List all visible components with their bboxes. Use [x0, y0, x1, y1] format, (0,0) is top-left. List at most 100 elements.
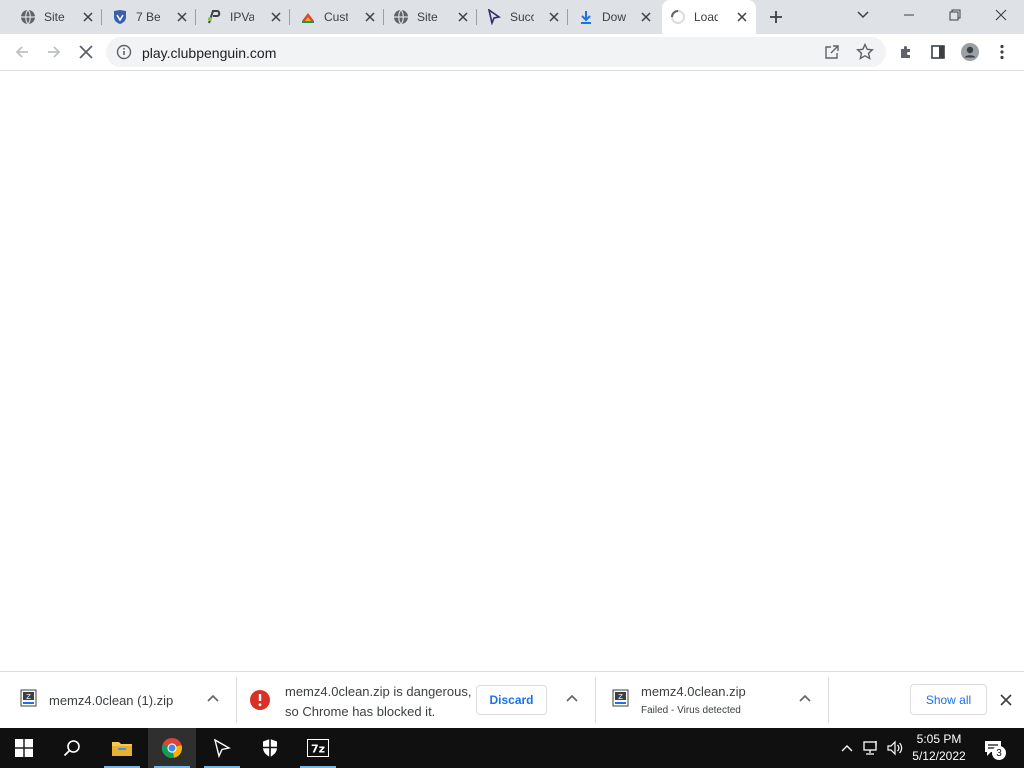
chevron-up-icon[interactable]: [205, 691, 221, 707]
arrow-cursor-icon: [486, 9, 502, 25]
7zip-taskbar-button[interactable]: 7z: [294, 728, 342, 768]
tab-strip: Site B 7 Best IPVanish Customize: [0, 0, 1024, 34]
more-vertical-icon: [1000, 44, 1004, 60]
close-tab-icon[interactable]: [734, 9, 750, 25]
close-icon: [79, 45, 93, 59]
close-window-button[interactable]: [978, 0, 1024, 30]
browser-toolbar: play.clubpenguin.com: [0, 34, 1024, 71]
zip-file-icon: Z: [20, 689, 38, 709]
chrome-taskbar-button[interactable]: [148, 728, 196, 768]
taskbar-search-button[interactable]: [48, 728, 96, 768]
start-button[interactable]: [0, 728, 48, 768]
tab-title: Download: [602, 10, 626, 24]
close-tab-icon[interactable]: [80, 9, 96, 25]
chrome-menu-button[interactable]: [990, 40, 1014, 64]
close-icon: [995, 9, 1007, 21]
avatar-icon: [961, 43, 979, 61]
profile-button[interactable]: [958, 40, 982, 64]
tab-loading-active[interactable]: Loading: [662, 0, 756, 34]
clock-date: 5/12/2022: [912, 749, 966, 763]
tab-title: IPVanish: [230, 10, 254, 24]
search-icon: [63, 740, 80, 757]
tab-title: 7 Best: [136, 10, 160, 24]
loading-spinner-icon: [670, 9, 686, 25]
close-tab-icon[interactable]: [546, 9, 562, 25]
share-icon[interactable]: [824, 44, 840, 60]
windows-taskbar: 7z 5:05 PM 5/12/2022: [0, 728, 1024, 768]
tab-title: Loading: [694, 10, 718, 24]
tab-site-b-2[interactable]: Site B: [385, 0, 477, 34]
speaker-icon: [887, 740, 903, 756]
cursor-app-taskbar-button[interactable]: [198, 728, 246, 768]
network-icon: [863, 741, 877, 755]
tab-separator: [567, 9, 568, 25]
danger-icon: [249, 689, 270, 710]
forward-button[interactable]: [42, 40, 66, 64]
tab-download[interactable]: Download: [570, 0, 660, 34]
download-item-1[interactable]: Z memz4.0clean (1).zip: [0, 677, 236, 723]
globe-icon: [20, 9, 36, 25]
stop-loading-button[interactable]: [74, 40, 98, 64]
volume-button[interactable]: [884, 728, 906, 768]
download-shelf: Z memz4.0clean (1).zip memz4.0clean.zip …: [0, 671, 1024, 728]
close-tab-icon[interactable]: [638, 9, 654, 25]
close-tab-icon[interactable]: [362, 9, 378, 25]
chevron-up-icon[interactable]: [564, 691, 580, 707]
bookmark-star-icon[interactable]: [855, 42, 875, 61]
folder-icon: [112, 742, 132, 756]
new-tab-button[interactable]: [766, 7, 786, 27]
svg-text:Z: Z: [618, 693, 623, 701]
close-shelf-icon[interactable]: [998, 692, 1014, 708]
side-panel-button[interactable]: [926, 40, 950, 64]
arrow-cursor-icon: [213, 738, 231, 758]
security-taskbar-button[interactable]: [246, 728, 294, 768]
tab-success[interactable]: Success: [478, 0, 568, 34]
tab-search-button[interactable]: [840, 0, 886, 30]
taskbar-clock[interactable]: 5:05 PM 5/12/2022: [906, 731, 972, 765]
close-tab-icon[interactable]: [268, 9, 284, 25]
tab-customize[interactable]: Customize: [292, 0, 384, 34]
back-button[interactable]: [10, 40, 34, 64]
extensions-button[interactable]: [894, 40, 918, 64]
chrome-icon: [161, 738, 182, 759]
download-icon: [578, 9, 594, 25]
minimize-button[interactable]: [886, 0, 932, 30]
tab-ipvanish[interactable]: IPVanish: [198, 0, 290, 34]
tab-7-best[interactable]: 7 Best: [104, 0, 196, 34]
arrow-left-icon: [15, 46, 28, 58]
7zip-icon: 7z: [307, 739, 329, 757]
windows-logo-icon: [15, 739, 33, 757]
tab-title: Success: [510, 10, 534, 24]
download-item-3[interactable]: Z memz4.0clean.zip Failed - Virus detect…: [596, 677, 828, 723]
tab-separator: [195, 9, 196, 25]
tab-title: Customize: [324, 10, 348, 24]
side-panel-icon: [931, 45, 945, 59]
clock-time: 5:05 PM: [916, 732, 962, 746]
address-bar[interactable]: play.clubpenguin.com: [106, 37, 886, 67]
svg-text:Z: Z: [26, 693, 31, 701]
chevron-up-icon[interactable]: [797, 691, 813, 707]
svg-text:7z: 7z: [311, 743, 325, 756]
download-warning-line1: memz4.0clean.zip is dangerous,: [285, 684, 472, 699]
restore-button[interactable]: [932, 0, 978, 30]
tab-site-b-1[interactable]: Site B: [12, 0, 102, 34]
discard-button[interactable]: Discard: [476, 685, 547, 715]
tab-title: Site B: [417, 10, 441, 24]
download-status: Failed - Virus detected: [641, 705, 741, 716]
globe-icon: [393, 9, 409, 25]
close-tab-icon[interactable]: [455, 9, 471, 25]
tab-separator: [383, 9, 384, 25]
puzzle-icon: [901, 46, 910, 58]
show-hidden-icons-button[interactable]: [837, 728, 857, 768]
close-tab-icon[interactable]: [174, 9, 190, 25]
file-explorer-button[interactable]: [98, 728, 146, 768]
chevron-down-icon: [857, 11, 869, 19]
zip-file-icon: Z: [612, 689, 630, 709]
page-content[interactable]: [0, 71, 1024, 671]
download-item-2[interactable]: memz4.0clean.zip is dangerous, so Chrome…: [237, 677, 595, 723]
info-icon[interactable]: [116, 44, 132, 60]
url-text[interactable]: play.clubpenguin.com: [142, 45, 276, 61]
download-divider: [828, 677, 829, 723]
show-all-button[interactable]: Show all: [910, 684, 987, 715]
network-button[interactable]: [860, 728, 882, 768]
